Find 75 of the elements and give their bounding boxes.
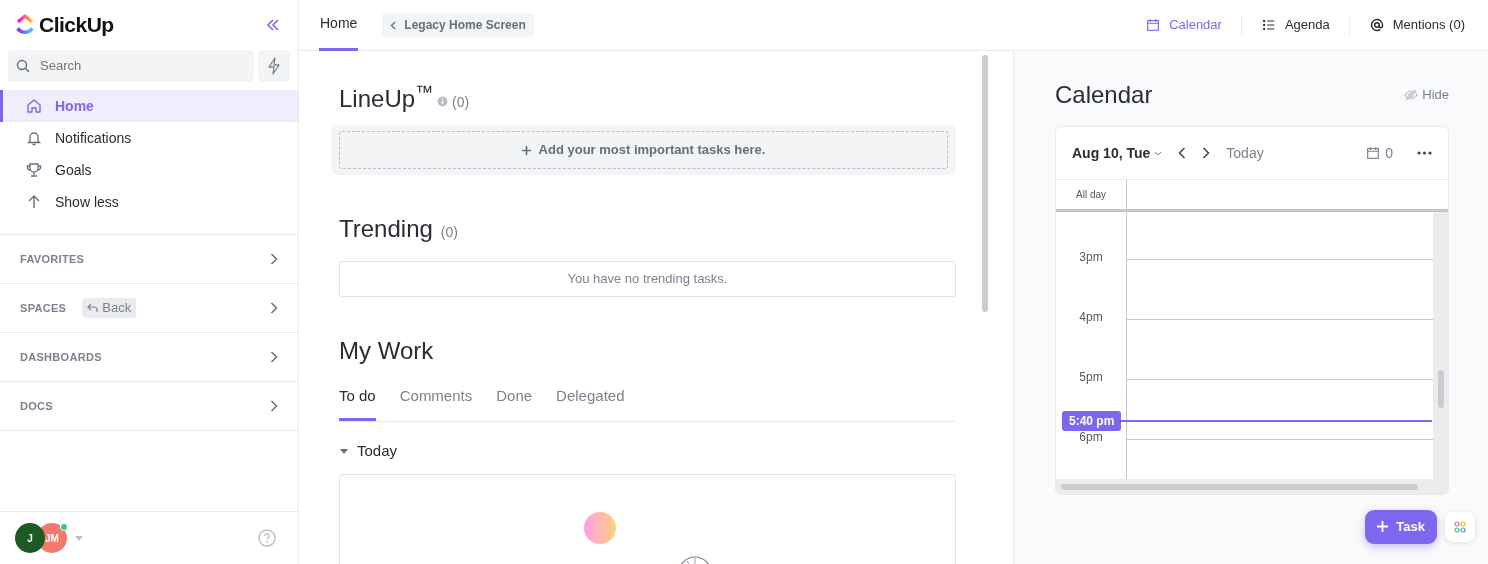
tab[interactable]: Done (496, 385, 533, 421)
group-header[interactable]: Today (339, 439, 956, 462)
panel-title: Calendar (1055, 80, 1153, 110)
search-field[interactable]: Search (8, 50, 254, 82)
return-icon (87, 303, 99, 313)
nav-item[interactable]: Home (0, 90, 298, 122)
chevron-right-icon (270, 351, 278, 363)
section-header[interactable]: DASHBOARDS (0, 333, 298, 382)
event-count[interactable]: 0 (1365, 142, 1393, 164)
add-task-button[interactable]: Task (1365, 510, 1437, 544)
chevron-left-icon (390, 20, 397, 30)
nav-item[interactable]: Goals (0, 154, 298, 186)
hour-label: 3pm (1079, 249, 1103, 266)
legacy-home-button[interactable]: Legacy Home Screen (382, 13, 534, 37)
date-picker[interactable]: Aug 10, Tue (1072, 142, 1163, 164)
more-icon[interactable] (1417, 151, 1432, 155)
chevron-right-icon (270, 302, 278, 314)
chevron-right-icon (270, 253, 278, 265)
search-icon (16, 59, 30, 73)
empty-message: You have no trending tasks. (339, 261, 956, 297)
plus-icon (521, 145, 531, 155)
scrollbar-thumb[interactable] (1061, 483, 1418, 490)
chevron-left-icon[interactable] (1178, 147, 1187, 159)
quick-action-button[interactable] (258, 50, 290, 82)
view-tab[interactable]: Mentions (0) (1348, 15, 1484, 35)
view-tab[interactable]: Calendar (1126, 15, 1241, 35)
section-title: Trending (339, 214, 433, 244)
calendar-icon (1145, 17, 1162, 33)
bell-icon (25, 129, 43, 147)
back-button[interactable]: Back (82, 298, 137, 318)
view-tab[interactable]: Agenda (1240, 15, 1349, 35)
hour-label: 6pm (1079, 429, 1103, 446)
chevron-right-icon[interactable] (1202, 147, 1211, 159)
nav-item[interactable]: Show less (0, 186, 298, 218)
calendar-icon (1365, 145, 1382, 161)
nav-item[interactable]: Notifications (0, 122, 298, 154)
help-icon[interactable] (258, 529, 276, 547)
collapse-icon[interactable] (266, 19, 280, 31)
trophy-icon (25, 161, 43, 179)
scrollbar-thumb[interactable] (981, 55, 988, 312)
hour-label: 4pm (1079, 309, 1103, 326)
all-day-label: All day (1076, 188, 1106, 202)
eye-off-icon (1404, 88, 1419, 102)
logo-text: ClickUp (39, 12, 114, 39)
tab[interactable]: Home (319, 0, 359, 51)
home-icon (25, 97, 43, 115)
hide-button[interactable]: Hide (1404, 85, 1449, 105)
lightning-icon (267, 57, 281, 75)
chevron-right-icon (270, 400, 278, 412)
apps-button[interactable] (1445, 511, 1475, 542)
tab[interactable]: Delegated (556, 385, 625, 421)
count: (0) (452, 93, 470, 112)
hour-label: 5pm (1079, 369, 1103, 386)
plus-icon (1377, 521, 1389, 533)
apps-icon (1454, 520, 1466, 533)
current-time-label: 5:40 pm (1062, 411, 1122, 431)
tab[interactable]: Comments (399, 385, 473, 421)
section-header[interactable]: DOCS (0, 382, 298, 431)
section-title: My Work (339, 336, 435, 366)
scrollbar-thumb[interactable] (1437, 370, 1444, 408)
caret-icon[interactable] (75, 535, 83, 541)
search-input[interactable]: Search (38, 55, 238, 77)
logo-icon (15, 14, 35, 36)
section-title: LineUp$^{™}$ (339, 81, 434, 114)
info-icon[interactable] (437, 96, 449, 107)
chevron-down-icon (1154, 150, 1163, 156)
list-icon (1260, 17, 1277, 33)
section-header[interactable]: SPACES Back (0, 284, 298, 333)
count: (0) (440, 223, 458, 242)
tab[interactable]: To do (339, 385, 376, 421)
add-tasks-button[interactable]: Add your most important tasks here. (339, 131, 948, 169)
today-button[interactable]: Today (1226, 142, 1264, 164)
at-sign-icon (1368, 17, 1385, 33)
section-header[interactable]: FAVORITES (0, 235, 298, 284)
avatar[interactable]: J (15, 523, 45, 553)
